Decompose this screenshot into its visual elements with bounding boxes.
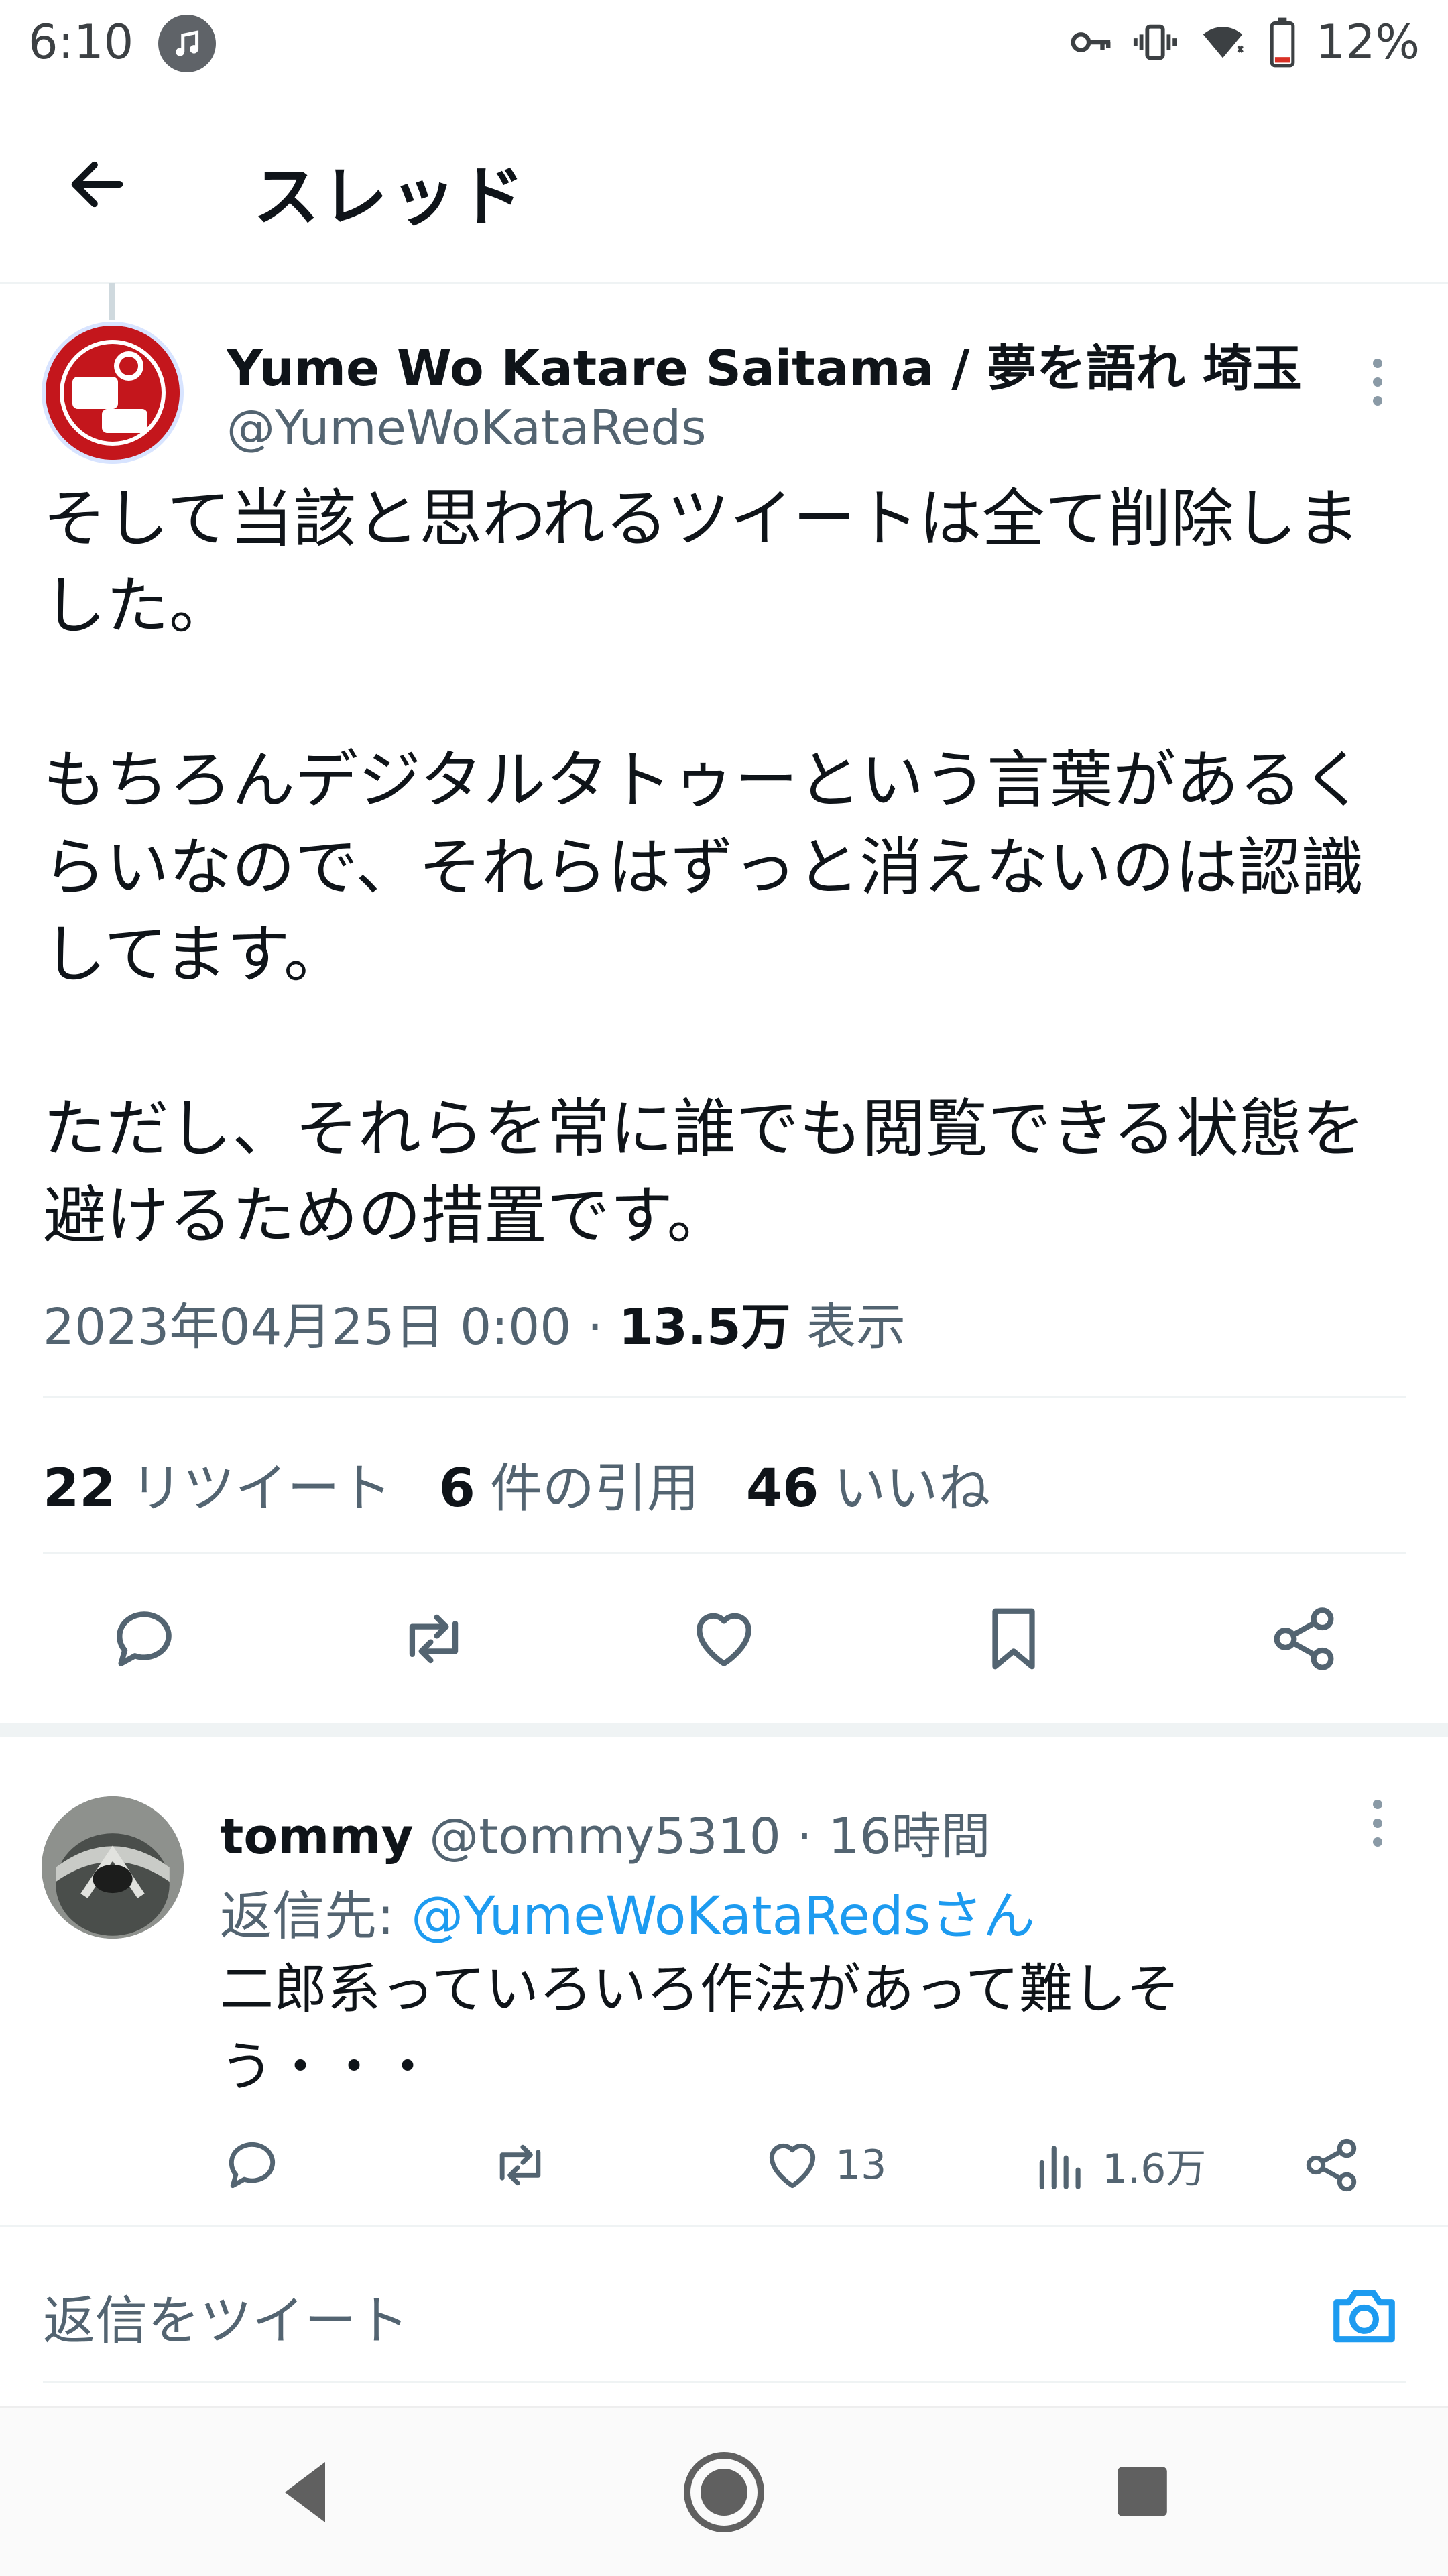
reply-to-label: 返信先:	[220, 1886, 412, 1947]
divider	[43, 2381, 1406, 2383]
section-divider	[0, 1723, 1448, 1737]
wifi-icon	[1203, 27, 1244, 58]
heart-icon	[697, 1613, 751, 1666]
tweet-date: 2023年04月25日 0:00 ·	[43, 1298, 619, 1356]
divider	[43, 1396, 1406, 1398]
retweet-label: リツイート	[130, 1459, 392, 1519]
battery-percent: 12%	[1315, 15, 1420, 70]
share-icon	[1306, 2138, 1357, 2192]
reply-view-count: 1.6万	[1102, 2145, 1207, 2193]
reply-more-options-button[interactable]	[1354, 1790, 1401, 1857]
reply-header[interactable]: tommy @tommy5310 · 16時間	[220, 1796, 991, 1868]
retweet-button[interactable]	[383, 1589, 484, 1689]
retweet-icon	[499, 2144, 541, 2186]
tweet-text: そして当該と思われるツイートは全て削除しました。 もちろんデジタルタトゥーという…	[43, 483, 1366, 1253]
analytics-icon	[1039, 2146, 1081, 2189]
back-arrow-icon	[71, 161, 123, 208]
reply-avatar[interactable]	[42, 1796, 184, 1939]
battery-icon	[1270, 17, 1295, 68]
more-dot-icon	[1373, 1819, 1382, 1828]
thread-connector	[109, 283, 115, 320]
tweet-meta: 2023年04月25日 0:00 · 13.5万 表示	[43, 1287, 906, 1359]
vibrate-icon	[1134, 24, 1177, 60]
back-button[interactable]	[47, 134, 147, 235]
author-handle[interactable]: @YumeWoKataReds	[227, 400, 707, 456]
reply-icon	[229, 2142, 276, 2189]
like-stat[interactable]: 46 いいね	[746, 1447, 991, 1522]
quote-label: 件の引用	[489, 1459, 699, 1519]
view-count[interactable]: 13.5万	[619, 1298, 791, 1356]
like-button[interactable]	[674, 1589, 774, 1689]
retweet-stat[interactable]: 22 リツイート	[43, 1447, 392, 1522]
key-icon	[1071, 32, 1111, 52]
engagement-stats: 22 リツイート 6 件の引用 46 いいね	[43, 1447, 990, 1522]
quote-count: 6	[438, 1459, 475, 1519]
camera-button[interactable]	[1321, 2271, 1408, 2358]
reply-like-button[interactable]: 13	[762, 2125, 886, 2205]
nav-home-icon[interactable]	[680, 2449, 768, 2536]
reply-views-button[interactable]: 1.6万	[1032, 2125, 1206, 2205]
reply-like-count: 13	[835, 2142, 887, 2189]
more-dot-icon	[1373, 377, 1382, 387]
retweet-icon	[409, 1614, 459, 1664]
reply-handle-time: @tommy5310 · 16時間	[413, 1808, 991, 1865]
reply-to-line: 返信先: @YumeWoKataRedsさん	[220, 1874, 1035, 1949]
heart-icon	[769, 2143, 816, 2189]
author-avatar[interactable]	[42, 322, 184, 464]
divider	[0, 2225, 1448, 2227]
share-icon	[1274, 1607, 1334, 1670]
camera-icon	[1333, 2290, 1395, 2343]
reply-share-button[interactable]	[1301, 2125, 1362, 2205]
more-options-button[interactable]	[1354, 349, 1401, 416]
page-title: スレッド	[253, 159, 528, 235]
reply-retweet-button[interactable]	[489, 2125, 551, 2205]
more-dot-icon	[1373, 1837, 1382, 1847]
quote-stat[interactable]: 6 件の引用	[439, 1447, 699, 1522]
author-name[interactable]: Yume Wo Katare Saitama / 夢を語れ 埼玉	[227, 328, 1313, 400]
status-bar: 6:10 12%	[0, 0, 1448, 87]
view-label: 表示	[790, 1298, 906, 1356]
share-button[interactable]	[1254, 1589, 1354, 1689]
reply-button[interactable]	[94, 1589, 194, 1689]
status-time: 6:10	[28, 15, 134, 70]
more-dot-icon	[1373, 1800, 1382, 1809]
nav-recents-icon[interactable]	[1111, 2461, 1173, 2522]
more-dot-icon	[1373, 359, 1382, 368]
retweet-count: 22	[43, 1459, 116, 1519]
more-dot-icon	[1373, 396, 1382, 406]
bookmark-icon	[992, 1608, 1035, 1670]
reply-text: 二郎系っていろいろ作法があって難しそう・・・	[220, 1958, 1180, 2098]
top-app-bar	[0, 87, 1448, 284]
reply-author-name: tommy	[220, 1808, 414, 1865]
like-label: いいね	[833, 1459, 991, 1519]
bookmark-button[interactable]	[963, 1589, 1064, 1689]
music-icon	[158, 15, 216, 72]
reply-reply-button[interactable]	[221, 2125, 283, 2205]
nav-back-icon[interactable]	[272, 2455, 339, 2529]
system-navigation-bar	[0, 2406, 1448, 2576]
reply-to-link[interactable]: @YumeWoKataRedsさん	[411, 1886, 1035, 1947]
reply-compose-input[interactable]: 返信をツイート	[43, 2279, 409, 2354]
like-count: 46	[745, 1459, 819, 1519]
reply-icon	[117, 1611, 172, 1666]
status-icons: 12%	[1067, 15, 1420, 70]
divider	[43, 1552, 1406, 1554]
